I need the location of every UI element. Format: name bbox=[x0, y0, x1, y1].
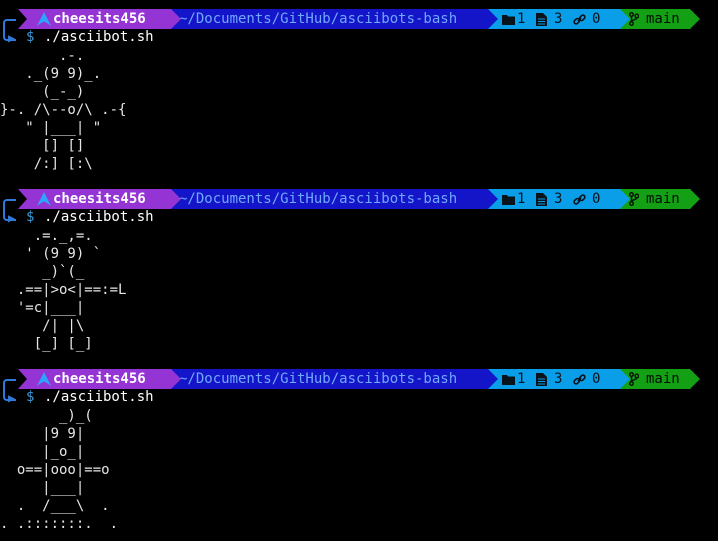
segment-separator bbox=[488, 189, 498, 209]
git-branch-icon bbox=[629, 369, 639, 389]
ascii-robot-output: _)_( |9 9| |_o_| o==|ooo|==o |___| . /__… bbox=[0, 408, 119, 532]
file-icon bbox=[536, 189, 547, 209]
segment-separator bbox=[690, 369, 700, 389]
file-icon bbox=[536, 369, 547, 389]
command-text: ./asciibot.sh bbox=[44, 29, 154, 45]
git-folder-count: 1 bbox=[517, 11, 526, 27]
prompt-path-segment: ~/Documents/GitHub/asciibots-bash bbox=[171, 9, 488, 29]
command-text: ./asciibot.sh bbox=[44, 389, 154, 405]
prompt-arrow-icon: ▶ bbox=[8, 31, 16, 45]
ascii-robot-output: .=._,=. ' (9 9) ` _)`(_ .==|>o<|==:=L '=… bbox=[16, 228, 127, 352]
prompt-branch-segment: main bbox=[620, 189, 690, 209]
prompt-username: cheesits456 bbox=[53, 371, 146, 387]
prompt-git-status-segment: 1 3 0 bbox=[488, 189, 620, 209]
prompt-git-status-segment: 1 3 0 bbox=[488, 369, 620, 389]
segment-separator bbox=[171, 9, 181, 29]
command-line: ▶ $ ./asciibot.sh bbox=[0, 208, 718, 226]
git-branch-name: main bbox=[646, 371, 680, 387]
git-link-count: 0 bbox=[592, 11, 601, 27]
prompt-user-segment: cheesits456 bbox=[18, 369, 171, 389]
command-text: ./asciibot.sh bbox=[44, 209, 154, 225]
segment-separator bbox=[620, 9, 630, 29]
prompt-branch-segment: main bbox=[620, 369, 690, 389]
prompt-arrow-icon: ▶ bbox=[8, 391, 16, 405]
git-branch-name: main bbox=[646, 191, 680, 207]
git-branch-icon bbox=[629, 9, 639, 29]
prompt-path-segment: ~/Documents/GitHub/asciibots-bash bbox=[171, 189, 488, 209]
folder-icon bbox=[502, 369, 515, 389]
prompt-symbol: $ bbox=[26, 209, 35, 225]
git-link-count: 0 bbox=[592, 371, 601, 387]
prompt-path: ~/Documents/GitHub/asciibots-bash bbox=[179, 11, 458, 27]
prompt-bar: cheesits456 ~/Documents/GitHub/asciibots… bbox=[0, 189, 718, 209]
prompt-path: ~/Documents/GitHub/asciibots-bash bbox=[179, 191, 458, 207]
segment-separator bbox=[488, 369, 498, 389]
segment-separator bbox=[620, 369, 630, 389]
terminal-entry: cheesits456 ~/Documents/GitHub/asciibots… bbox=[0, 369, 718, 532]
git-branch-name: main bbox=[646, 11, 680, 27]
link-icon bbox=[573, 9, 586, 29]
git-folder-count: 1 bbox=[517, 371, 526, 387]
git-link-count: 0 bbox=[592, 191, 601, 207]
prompt-symbol: $ bbox=[26, 389, 35, 405]
terminal-entry: cheesits456 ~/Documents/GitHub/asciibots… bbox=[0, 189, 718, 352]
prompt-start-notch bbox=[18, 369, 27, 389]
link-icon bbox=[573, 189, 586, 209]
prompt-path: ~/Documents/GitHub/asciibots-bash bbox=[179, 371, 458, 387]
git-folder-count: 1 bbox=[517, 191, 526, 207]
segment-separator bbox=[690, 9, 700, 29]
segment-separator bbox=[620, 189, 630, 209]
prompt-start-notch bbox=[18, 9, 27, 29]
command-line: ▶ $ ./asciibot.sh bbox=[0, 28, 718, 46]
arch-linux-logo-icon bbox=[37, 372, 51, 386]
segment-separator bbox=[171, 189, 181, 209]
prompt-bar: cheesits456 ~/Documents/GitHub/asciibots… bbox=[0, 369, 718, 389]
git-file-count: 3 bbox=[554, 371, 563, 387]
prompt-git-status-segment: 1 3 0 bbox=[488, 9, 620, 29]
segment-separator bbox=[171, 369, 181, 389]
folder-icon bbox=[502, 189, 515, 209]
prompt-user-segment: cheesits456 bbox=[18, 9, 171, 29]
prompt-user-segment: cheesits456 bbox=[18, 189, 171, 209]
prompt-symbol: $ bbox=[26, 29, 35, 45]
prompt-arrow-icon: ▶ bbox=[8, 211, 16, 225]
prompt-branch-segment: main bbox=[620, 9, 690, 29]
prompt-start-notch bbox=[18, 189, 27, 209]
git-file-count: 3 bbox=[554, 11, 563, 27]
command-line: ▶ $ ./asciibot.sh bbox=[0, 388, 718, 406]
prompt-bar: cheesits456 ~/Documents/GitHub/asciibots… bbox=[0, 9, 718, 29]
git-file-count: 3 bbox=[554, 191, 563, 207]
git-branch-icon bbox=[629, 189, 639, 209]
arch-linux-logo-icon bbox=[37, 192, 51, 206]
segment-separator bbox=[690, 189, 700, 209]
ascii-robot-output: .-. ._(9 9)_. (_-_) }-. /\--o/\ .-{ " |_… bbox=[0, 48, 127, 172]
file-icon bbox=[536, 9, 547, 29]
terminal-entry: cheesits456 ~/Documents/GitHub/asciibots… bbox=[0, 9, 718, 172]
terminal-window[interactable]: cheesits456 ~/Documents/GitHub/asciibots… bbox=[0, 0, 718, 541]
prompt-username: cheesits456 bbox=[53, 191, 146, 207]
segment-separator bbox=[488, 9, 498, 29]
link-icon bbox=[573, 369, 586, 389]
arch-linux-logo-icon bbox=[37, 12, 51, 26]
folder-icon bbox=[502, 9, 515, 29]
prompt-username: cheesits456 bbox=[53, 11, 146, 27]
prompt-path-segment: ~/Documents/GitHub/asciibots-bash bbox=[171, 369, 488, 389]
